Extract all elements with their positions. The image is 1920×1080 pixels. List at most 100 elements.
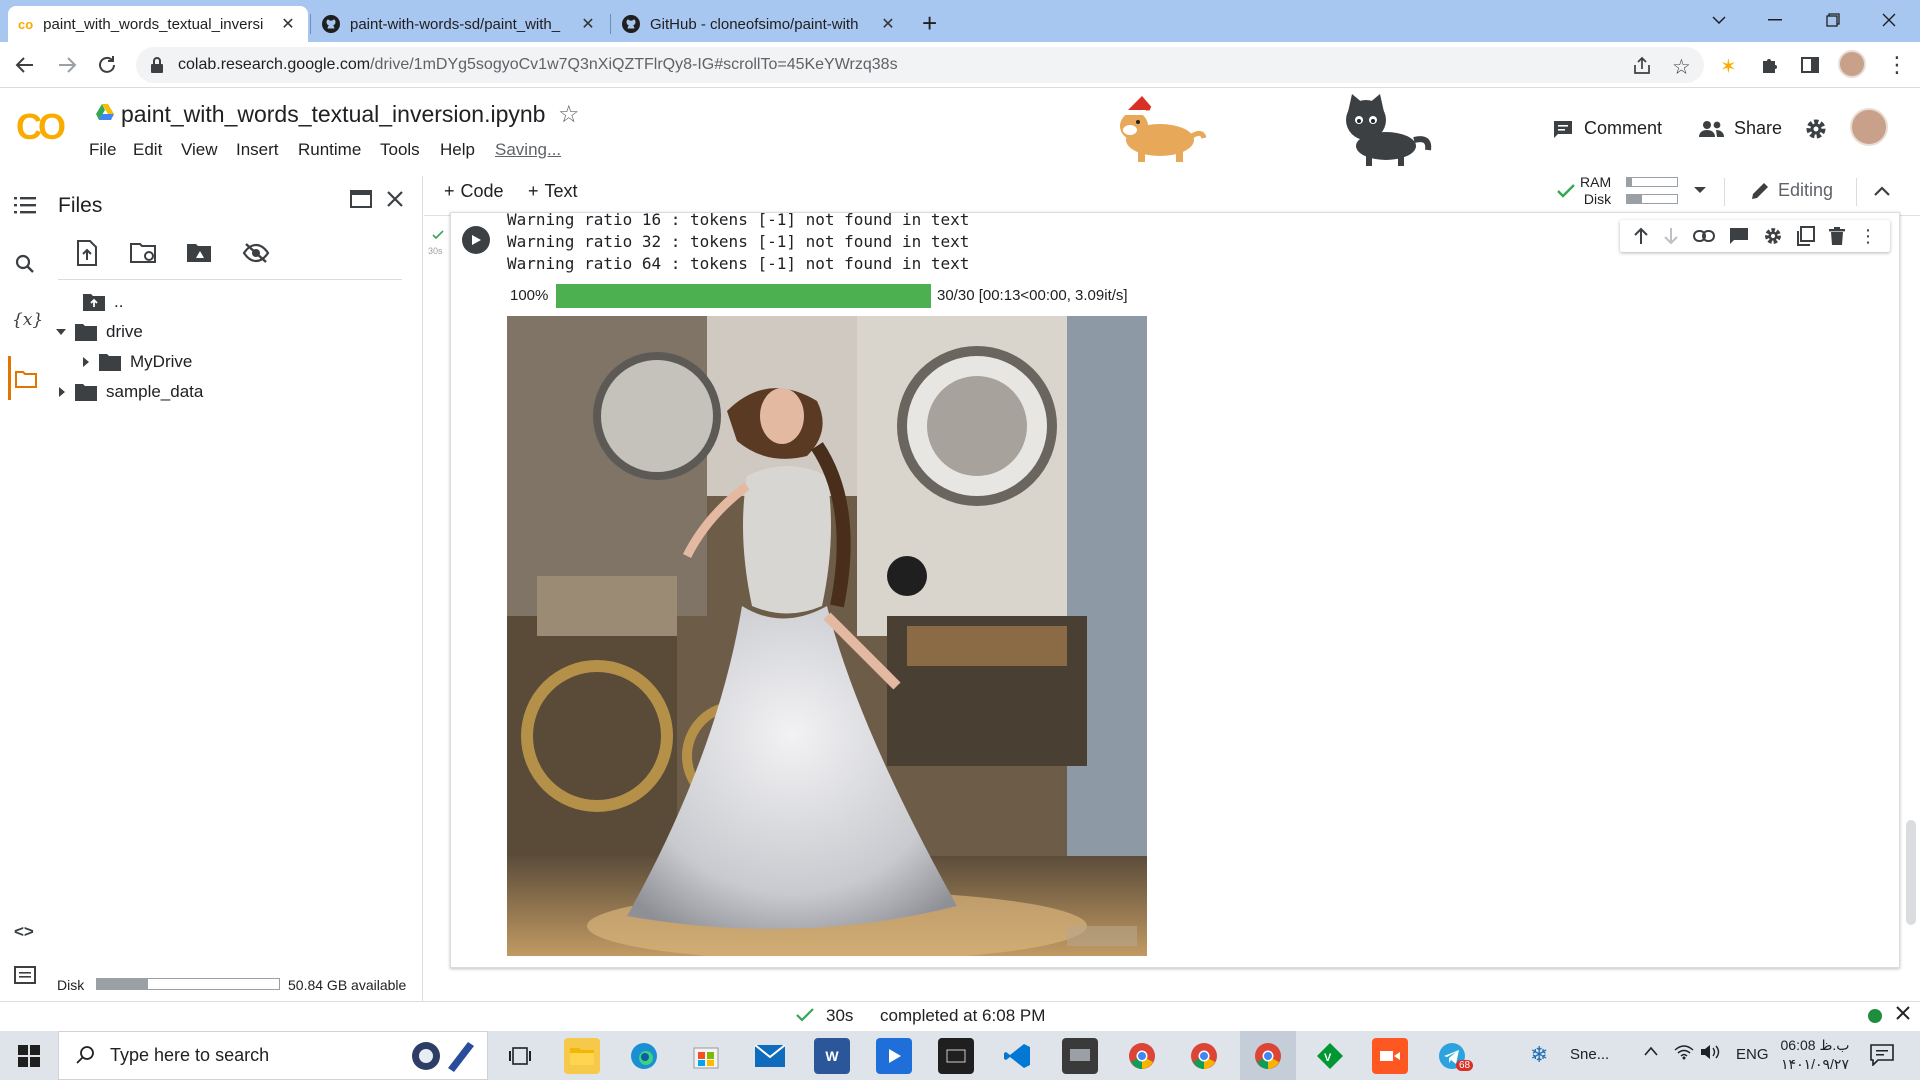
more-options-icon[interactable]: ⋮ (1859, 226, 1877, 247)
user-avatar[interactable] (1850, 108, 1888, 146)
menu-edit[interactable]: Edit (133, 140, 162, 160)
move-cell-up-icon[interactable] (1633, 227, 1649, 245)
share-page-icon[interactable] (1632, 56, 1652, 76)
google-drive-icon[interactable] (96, 104, 114, 120)
forward-icon[interactable] (56, 54, 78, 76)
editing-mode-button[interactable]: Editing (1750, 180, 1833, 201)
files-folder-icon[interactable] (15, 370, 37, 388)
star-notebook-icon[interactable]: ☆ (558, 100, 580, 129)
reload-icon[interactable] (96, 54, 118, 76)
tree-item-mydrive[interactable]: MyDrive (82, 352, 192, 372)
minimize-icon[interactable] (1752, 0, 1798, 40)
tab-search-chevron-icon[interactable] (1696, 0, 1742, 40)
menu-help[interactable]: Help (440, 140, 475, 160)
lock-icon[interactable] (150, 57, 164, 73)
menu-view[interactable]: View (181, 140, 218, 160)
table-of-contents-icon[interactable] (14, 196, 36, 214)
tab-colab-notebook[interactable]: co paint_with_words_textual_inversi ✕ (8, 6, 308, 42)
files-panel-title: Files (58, 194, 103, 217)
search-icon[interactable] (15, 254, 35, 274)
language-indicator[interactable]: ENG (1736, 1046, 1769, 1063)
resources-dropdown-icon[interactable] (1694, 186, 1706, 194)
profile-avatar[interactable] (1838, 50, 1866, 78)
panel-divider (58, 279, 402, 280)
close-statusbar-icon[interactable] (1896, 1006, 1910, 1020)
open-in-tab-icon[interactable] (350, 190, 372, 208)
run-cell-button[interactable] (462, 226, 490, 254)
tree-item-sample-data[interactable]: sample_data (58, 382, 203, 402)
menu-file[interactable]: File (89, 140, 116, 160)
edge-browser-icon[interactable] (626, 1038, 662, 1074)
menu-insert[interactable]: Insert (236, 140, 279, 160)
settings-gear-icon[interactable] (1804, 117, 1828, 141)
media-player-icon[interactable] (876, 1038, 912, 1074)
back-icon[interactable] (14, 54, 36, 76)
mirror-cell-icon[interactable] (1797, 226, 1815, 246)
tab-github-cloneofsimo[interactable]: GitHub - cloneofsimo/paint-with ✕ (612, 6, 908, 42)
mail-icon[interactable] (752, 1038, 788, 1074)
refresh-folder-icon[interactable] (130, 242, 158, 264)
task-view-icon[interactable] (502, 1038, 538, 1074)
tree-item-parent[interactable]: .. (82, 292, 123, 312)
volume-icon[interactable] (1700, 1044, 1720, 1060)
close-tab-icon[interactable]: ✕ (278, 14, 298, 34)
extensions-puzzle-icon[interactable] (1760, 55, 1780, 75)
add-comment-icon[interactable] (1729, 227, 1749, 245)
tree-item-drive[interactable]: drive (56, 322, 143, 342)
comment-button[interactable]: Comment (1552, 118, 1662, 139)
variables-icon[interactable]: {x} (12, 310, 43, 330)
browser-menu-icon[interactable]: ⋮ (1886, 52, 1908, 78)
vscode-icon[interactable] (1000, 1038, 1036, 1074)
weather-text[interactable]: Sne... (1570, 1046, 1609, 1063)
resources-indicator[interactable]: RAM Disk (1580, 174, 1611, 208)
hide-files-icon[interactable] (242, 242, 270, 264)
delete-cell-icon[interactable] (1829, 227, 1845, 245)
share-button[interactable]: Share (1698, 118, 1782, 139)
close-tab-icon[interactable]: ✕ (578, 14, 598, 34)
menu-runtime[interactable]: Runtime (298, 140, 361, 160)
move-cell-down-icon[interactable] (1663, 227, 1679, 245)
weather-snow-icon[interactable]: ❄ (1530, 1042, 1548, 1068)
chrome-profile-icon[interactable] (1186, 1038, 1222, 1074)
url-text[interactable]: colab.research.google.com/drive/1mDYg5so… (178, 56, 898, 74)
windows-start-icon[interactable] (18, 1045, 40, 1067)
notebook-scrollbar-thumb[interactable] (1906, 820, 1916, 925)
restore-icon[interactable] (1810, 0, 1856, 40)
search-highlight-icon[interactable] (408, 1038, 478, 1072)
tab-github-paint-with-words[interactable]: paint-with-words-sd/paint_with_ ✕ (312, 6, 608, 42)
close-tab-icon[interactable]: ✕ (878, 14, 898, 34)
new-tab-icon[interactable]: + (922, 8, 937, 39)
taskbar-clock[interactable]: 06:08 ب.ظ ۱۴۰۱/۰۹/۲۷ (1780, 1036, 1850, 1074)
mount-drive-icon[interactable] (186, 242, 214, 264)
command-palette-icon[interactable] (14, 966, 36, 984)
notification-center-icon[interactable] (1870, 1044, 1894, 1066)
link-to-cell-icon[interactable] (1693, 230, 1715, 242)
extension-spark-icon[interactable]: ✶ (1720, 54, 1737, 79)
vim-icon[interactable]: V (1312, 1038, 1348, 1074)
close-window-icon[interactable] (1866, 0, 1912, 40)
bookmark-star-icon[interactable]: ☆ (1672, 55, 1691, 80)
tray-overflow-chevron-icon[interactable] (1644, 1046, 1658, 1056)
word-icon[interactable]: W (814, 1038, 850, 1074)
saving-status[interactable]: Saving... (495, 140, 561, 160)
connection-status-dot[interactable] (1868, 1009, 1882, 1023)
terminal-icon[interactable] (938, 1038, 974, 1074)
notebook-title[interactable]: paint_with_words_textual_inversion.ipynb (121, 101, 545, 128)
chrome-active-icon[interactable] (1250, 1038, 1286, 1074)
add-text-cell-button[interactable]: + Text (528, 181, 578, 202)
upload-file-icon[interactable] (76, 240, 98, 266)
microsoft-store-icon[interactable] (688, 1038, 724, 1074)
side-panel-icon[interactable] (1800, 55, 1820, 75)
add-code-cell-button[interactable]: + Code (444, 181, 504, 202)
file-explorer-icon[interactable] (564, 1038, 600, 1074)
monitor-app-icon[interactable] (1062, 1038, 1098, 1074)
colab-logo[interactable]: CO (16, 106, 66, 148)
collapse-header-chevron-icon[interactable] (1874, 186, 1890, 196)
screen-recorder-icon[interactable] (1372, 1038, 1408, 1074)
chrome-icon[interactable] (1124, 1038, 1160, 1074)
code-snippets-icon[interactable]: <> (14, 922, 34, 942)
close-panel-icon[interactable] (386, 190, 404, 208)
menu-tools[interactable]: Tools (380, 140, 420, 160)
cell-settings-icon[interactable] (1763, 226, 1783, 246)
wifi-icon[interactable] (1674, 1044, 1694, 1060)
